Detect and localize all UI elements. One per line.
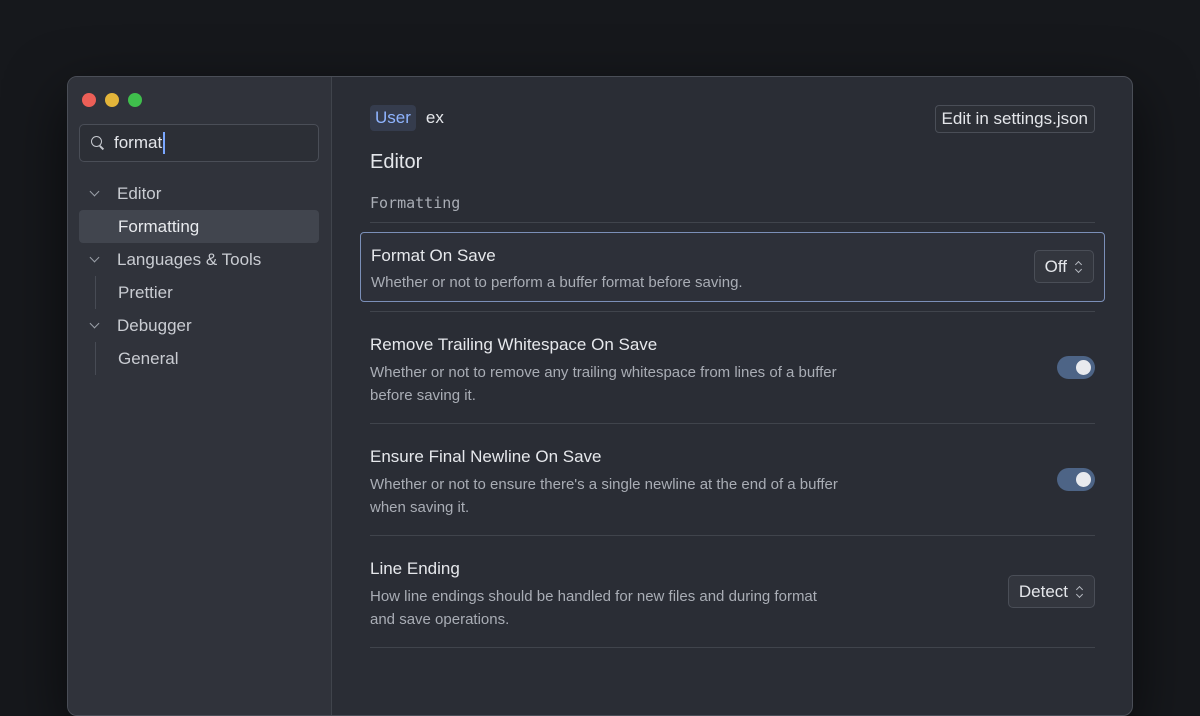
divider <box>370 647 1095 648</box>
setting-description: Whether or not to perform a buffer forma… <box>371 274 743 291</box>
settings-search-input[interactable]: format <box>79 124 319 162</box>
tree-item-languages-tools[interactable]: Languages & Tools <box>79 243 319 276</box>
remove-trailing-whitespace-toggle[interactable] <box>1057 356 1095 379</box>
tree-item-prettier[interactable]: Prettier <box>79 276 319 309</box>
setting-description: Whether or not to ensure there's a singl… <box>370 476 838 516</box>
toggle-knob <box>1076 360 1091 375</box>
line-ending-select[interactable]: Detect <box>1007 575 1095 608</box>
text-caret <box>163 132 166 154</box>
chevron-down-icon[interactable] <box>89 188 101 200</box>
tree-item-general[interactable]: General <box>79 342 319 375</box>
tree-guide-line <box>95 342 96 375</box>
search-icon <box>90 135 106 151</box>
divider <box>370 222 1095 223</box>
tree-item-debugger[interactable]: Debugger <box>79 309 319 342</box>
ensure-final-newline-toggle[interactable] <box>1057 468 1095 491</box>
tab-user[interactable]: User <box>370 105 416 131</box>
tree-item-editor[interactable]: Editor <box>79 177 319 210</box>
setting-description: Whether or not to remove any trailing wh… <box>370 364 837 404</box>
select-value: Off <box>1044 256 1067 276</box>
divider <box>370 535 1095 536</box>
search-value: format <box>114 133 163 152</box>
setting-remove-trailing-whitespace: Remove Trailing Whitespace On Save Wheth… <box>370 335 1095 405</box>
divider <box>370 311 1095 312</box>
tree-item-label: Debugger <box>117 315 192 335</box>
setting-description: How line endings should be handled for n… <box>370 588 817 628</box>
tree-guide-line <box>95 276 96 309</box>
format-on-save-select[interactable]: Off <box>1033 250 1094 283</box>
settings-window: format Editor Formatting Languages & Too… <box>67 76 1133 716</box>
divider <box>370 423 1095 424</box>
close-window-button[interactable] <box>82 93 96 107</box>
tab-ex[interactable]: ex <box>426 108 444 128</box>
setting-title: Ensure Final Newline On Save <box>370 447 602 466</box>
settings-main-panel: User ex Edit in settings.json Editor For… <box>333 77 1132 715</box>
chevron-down-icon[interactable] <box>89 254 101 266</box>
zoom-window-button[interactable] <box>128 93 142 107</box>
section-title: Editor <box>370 151 423 173</box>
edit-in-settings-json-button[interactable]: Edit in settings.json <box>934 105 1095 133</box>
chevron-up-down-icon <box>1075 261 1083 273</box>
setting-format-on-save: Format On Save Whether or not to perform… <box>360 232 1105 302</box>
tree-item-label: Formatting <box>118 216 200 236</box>
tree-item-label: Prettier <box>118 282 173 302</box>
setting-title: Line Ending <box>370 559 460 578</box>
settings-tree: Editor Formatting Languages & Tools Pret… <box>79 177 319 375</box>
chevron-up-down-icon <box>1076 586 1084 598</box>
setting-title: Format On Save <box>371 246 496 265</box>
setting-line-ending: Line Ending How line endings should be h… <box>370 559 1095 629</box>
chevron-down-icon[interactable] <box>89 320 101 332</box>
setting-title: Remove Trailing Whitespace On Save <box>370 335 658 354</box>
tree-item-label: Editor <box>117 183 162 203</box>
tree-item-formatting[interactable]: Formatting <box>79 210 319 243</box>
sidebar: format Editor Formatting Languages & Too… <box>68 77 332 715</box>
select-value: Detect <box>1018 581 1068 601</box>
minimize-window-button[interactable] <box>105 93 119 107</box>
toggle-knob <box>1076 472 1091 487</box>
subsection-title: Formatting <box>370 194 461 212</box>
traffic-lights <box>82 93 142 107</box>
scope-tabs: User ex <box>370 105 444 131</box>
setting-ensure-final-newline: Ensure Final Newline On Save Whether or … <box>370 447 1095 517</box>
tree-item-label: Languages & Tools <box>117 249 262 269</box>
tree-item-label: General <box>118 348 179 368</box>
